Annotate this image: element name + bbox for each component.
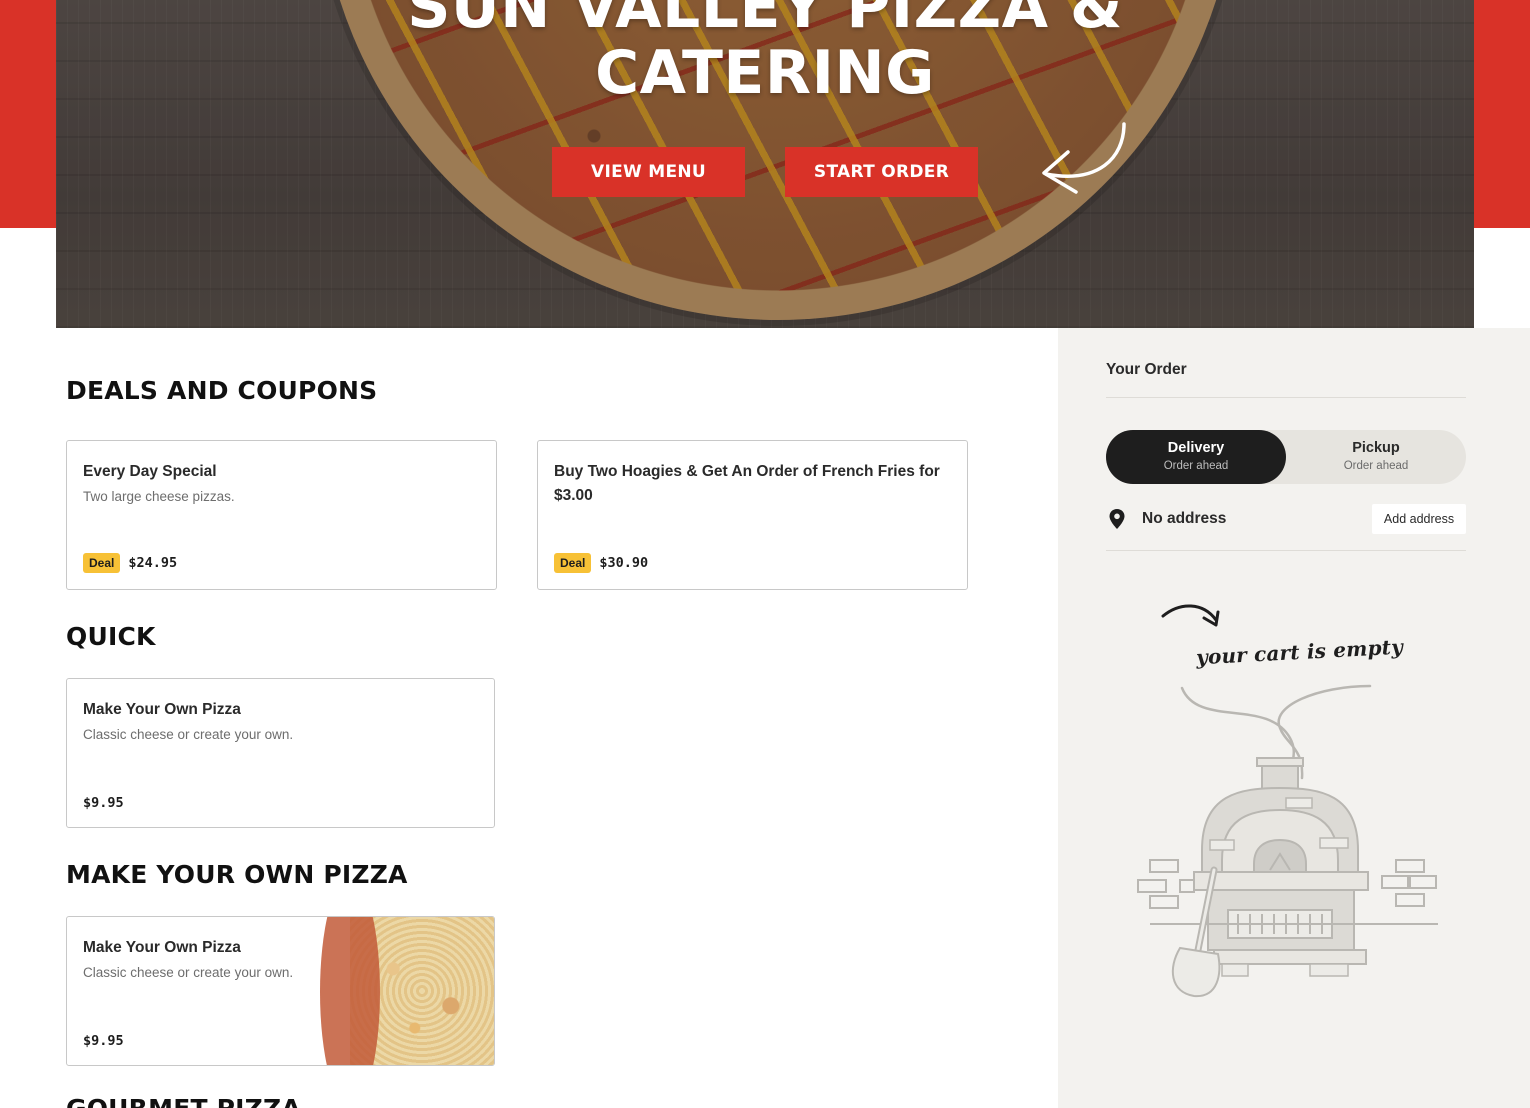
pin-icon bbox=[1109, 509, 1125, 529]
view-menu-button[interactable]: VIEW MENU bbox=[552, 147, 745, 197]
menu-item-price: $30.90 bbox=[599, 555, 649, 571]
pickup-sublabel: Order ahead bbox=[1343, 460, 1409, 472]
menu-item-description: Two large cheese pizzas. bbox=[83, 489, 235, 504]
restaurant-title: SUN VALLEY PIZZA & CATERING bbox=[56, 0, 1474, 106]
order-panel-title: Your Order bbox=[1106, 361, 1187, 378]
menu-item-price: $9.95 bbox=[83, 795, 124, 811]
menu-item-footer: $9.95 bbox=[83, 795, 124, 811]
curved-arrow-icon bbox=[1161, 604, 1218, 622]
menu-item-card[interactable]: Buy Two Hoagies & Get An Order of French… bbox=[537, 440, 968, 590]
menu-item-name: Make Your Own Pizza bbox=[83, 701, 241, 718]
menu-item-name: Every Day Special bbox=[83, 463, 217, 480]
section-title-gourmet-pizza: GOURMET PIZZA bbox=[66, 1094, 301, 1108]
deal-badge: Deal bbox=[554, 553, 592, 573]
start-order-button[interactable]: START ORDER bbox=[785, 147, 978, 197]
restaurant-title-line2: CATERING bbox=[595, 38, 935, 108]
fulfillment-toggle: Delivery Order ahead Pickup Order ahead bbox=[1106, 430, 1466, 484]
address-text: No address bbox=[1142, 510, 1227, 527]
deal-badge: Deal bbox=[83, 553, 121, 573]
hero-banner: SUN VALLEY PIZZA & CATERING VIEW MENU ST… bbox=[56, 0, 1474, 328]
divider bbox=[1106, 397, 1466, 398]
pickup-option[interactable]: Pickup Order ahead bbox=[1286, 430, 1466, 484]
order-panel: Your Order Delivery Order ahead Pickup O… bbox=[1058, 328, 1530, 1108]
curved-arrow-icon bbox=[1042, 122, 1126, 194]
menu-item-footer: Deal $24.95 bbox=[83, 553, 177, 573]
menu-item-card[interactable]: Make Your Own Pizza Classic cheese or cr… bbox=[66, 678, 495, 828]
divider bbox=[1106, 550, 1466, 551]
delivery-option[interactable]: Delivery Order ahead bbox=[1106, 430, 1286, 484]
delivery-label: Delivery bbox=[1167, 440, 1225, 456]
restaurant-title-line1: SUN VALLEY PIZZA & bbox=[407, 0, 1123, 42]
add-address-button[interactable]: Add address bbox=[1372, 504, 1466, 534]
section-title-quick: QUICK bbox=[66, 622, 156, 651]
menu-item-name: Buy Two Hoagies & Get An Order of French… bbox=[554, 463, 940, 504]
menu-item-footer: $9.95 bbox=[83, 1033, 124, 1049]
menu-item-card[interactable]: Make Your Own Pizza Classic cheese or cr… bbox=[66, 916, 495, 1066]
section-title-make-your-own-pizza: MAKE YOUR OWN PIZZA bbox=[66, 860, 408, 889]
delivery-sublabel: Order ahead bbox=[1163, 460, 1229, 472]
section-title-deals: DEALS AND COUPONS bbox=[66, 376, 378, 405]
menu-item-photo bbox=[320, 917, 494, 1065]
pickup-label: Pickup bbox=[1352, 440, 1400, 456]
menu-item-price: $9.95 bbox=[83, 1033, 124, 1049]
menu-item-description: Classic cheese or create your own. bbox=[83, 727, 294, 742]
menu-item-card[interactable]: Every Day Special Two large cheese pizza… bbox=[66, 440, 497, 590]
address-row: No address Add address bbox=[1106, 504, 1466, 534]
menu-item-description: Classic cheese or create your own. bbox=[83, 965, 294, 980]
menu-item-price: $24.95 bbox=[128, 555, 178, 571]
menu-item-footer: Deal $30.90 bbox=[554, 553, 648, 573]
